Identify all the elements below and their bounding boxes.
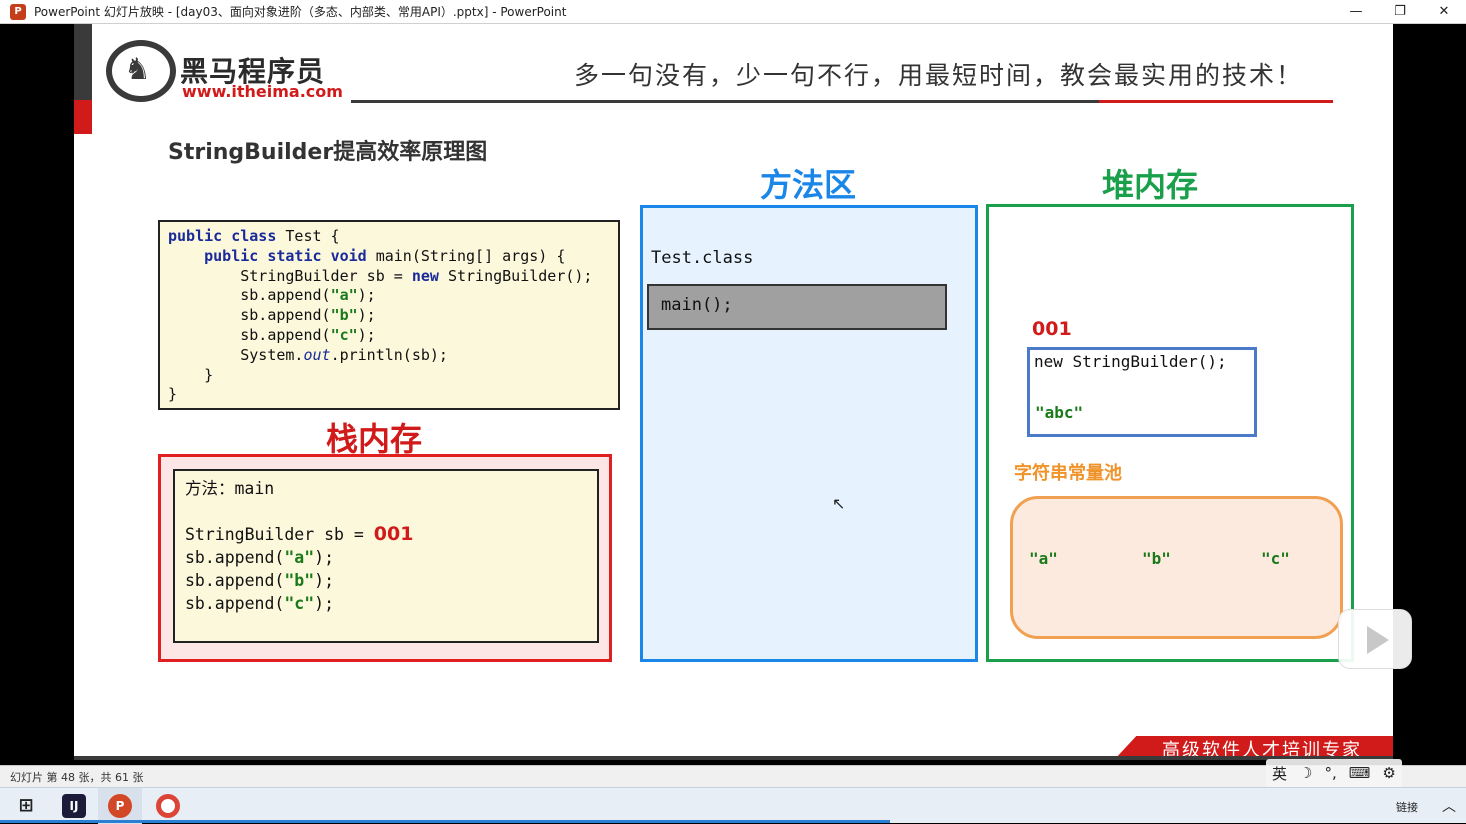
method-area-class: Test.class bbox=[651, 248, 754, 268]
ime-moon-icon[interactable]: ☽ bbox=[1299, 764, 1312, 782]
logo-url: www.itheima.com bbox=[182, 82, 343, 101]
heap-address: 001 bbox=[1032, 318, 1072, 340]
stack-sb-text: StringBuilder sb = bbox=[185, 525, 374, 544]
stack-frame-main: 方法：main StringBuilder sb = 001 sb.append… bbox=[173, 469, 599, 643]
slide-bottom-bar bbox=[74, 756, 1393, 760]
left-accent-dark bbox=[74, 24, 92, 100]
stack-append-c: sb.append("c"); bbox=[185, 592, 587, 615]
code-string: "c" bbox=[330, 325, 358, 344]
code-text: Test { bbox=[276, 227, 340, 245]
code-field: out bbox=[303, 345, 331, 364]
ime-punctuation-icon[interactable]: °, bbox=[1324, 764, 1336, 782]
code-text: StringBuilder(); bbox=[438, 266, 593, 285]
heap-stringbuilder-object: new StringBuilder(); "abc" bbox=[1027, 347, 1257, 437]
slide-counter: 幻灯片 第 48 张，共 61 张 bbox=[10, 771, 144, 784]
code-string: "b" bbox=[330, 306, 358, 325]
chrome-icon[interactable] bbox=[156, 794, 180, 818]
close-button[interactable]: ✕ bbox=[1422, 0, 1466, 24]
powerpoint-taskbar-icon[interactable]: P bbox=[108, 794, 132, 818]
ime-toolbar: 英 ☽ °, ⌨ ⚙ bbox=[1266, 759, 1402, 787]
code-text: ); bbox=[357, 306, 376, 325]
mouse-cursor-icon: ↖ bbox=[832, 494, 846, 513]
stack-append-arg: "c" bbox=[284, 594, 315, 613]
restore-button[interactable]: ❐ bbox=[1378, 0, 1422, 24]
string-pool-item: "a" bbox=[1029, 549, 1058, 568]
code-text: ); bbox=[357, 286, 376, 305]
stack-method-name: 方法：main bbox=[185, 479, 275, 498]
stack-append-prefix: sb.append( bbox=[185, 594, 285, 613]
tray-chevron-up-icon[interactable]: ︿ bbox=[1442, 796, 1456, 816]
method-area-main: main(); bbox=[647, 284, 947, 330]
windows-start-icon[interactable]: ⊞ bbox=[14, 794, 38, 818]
code-text: System. bbox=[240, 345, 304, 364]
stack-sb-declaration: StringBuilder sb = 001 bbox=[185, 523, 587, 546]
window-titlebar: P PowerPoint 幻灯片放映 - [day03、面向对象进阶（多态、内部… bbox=[0, 0, 1466, 24]
taskbar: ⊞ IJ P 链接 ︿ bbox=[0, 787, 1466, 824]
code-text: ); bbox=[357, 325, 376, 344]
code-text: sb.append( bbox=[240, 325, 331, 344]
ime-language-toggle[interactable]: 英 bbox=[1272, 763, 1287, 784]
stack-append-prefix: sb.append( bbox=[185, 548, 285, 567]
left-accent-red bbox=[74, 100, 92, 134]
play-icon bbox=[1367, 626, 1389, 654]
code-keyword: static bbox=[267, 246, 322, 265]
heap-object-value: "abc" bbox=[1035, 403, 1084, 422]
code-text: main(String[] args) { bbox=[366, 246, 566, 265]
slide-title: StringBuilder提高效率原理图 bbox=[168, 140, 488, 165]
code-string: "a" bbox=[330, 286, 358, 305]
stack-append-prefix: sb.append( bbox=[185, 571, 285, 590]
code-text: StringBuilder sb = bbox=[240, 266, 412, 285]
code-keyword: void bbox=[330, 246, 367, 265]
powerpoint-icon: P bbox=[10, 3, 26, 20]
code-text: .println(sb); bbox=[330, 345, 448, 364]
heap-label: 堆内存 bbox=[1102, 166, 1199, 204]
code-text: } bbox=[204, 365, 214, 384]
stack-append-arg: "b" bbox=[284, 571, 315, 590]
stack-sb-ref: 001 bbox=[373, 523, 414, 545]
window-title: PowerPoint 幻灯片放映 - [day03、面向对象进阶（多态、内部类、… bbox=[34, 5, 567, 19]
code-text: sb.append( bbox=[240, 306, 331, 325]
code-box: public class Test { public static void m… bbox=[158, 220, 620, 410]
stack-append-b: sb.append("b"); bbox=[185, 569, 587, 592]
code-keyword: class bbox=[231, 227, 277, 245]
stack-spacer bbox=[185, 500, 587, 523]
heap-memory-box: 001 new StringBuilder(); "abc" 字符串常量池 "a… bbox=[986, 204, 1354, 662]
status-bar: 幻灯片 第 48 张，共 61 张 bbox=[0, 765, 1466, 787]
minimize-button[interactable]: — bbox=[1334, 0, 1378, 24]
string-pool-item: "c" bbox=[1261, 549, 1290, 568]
code-text: } bbox=[168, 385, 178, 404]
tray-link-label[interactable]: 链接 bbox=[1396, 799, 1418, 815]
ime-keyboard-icon[interactable]: ⌨ bbox=[1349, 764, 1371, 782]
intellij-idea-icon[interactable]: IJ bbox=[62, 794, 86, 818]
header-divider-accent bbox=[1099, 100, 1333, 103]
stack-append-suffix: ); bbox=[314, 571, 335, 590]
logo-horse-icon: ♞ bbox=[106, 40, 176, 102]
stack-memory-box: 方法：main StringBuilder sb = 001 sb.append… bbox=[158, 454, 612, 662]
code-text: sb.append( bbox=[240, 286, 331, 305]
code-keyword: public bbox=[204, 246, 259, 265]
string-pool-item: "b" bbox=[1142, 549, 1171, 568]
string-pool-box: "a" "b" "c" bbox=[1010, 496, 1343, 639]
slide-canvas[interactable]: ♞ 黑马程序员 www.itheima.com 多一句没有，少一句不行，用最短时… bbox=[74, 24, 1393, 760]
stack-append-suffix: ); bbox=[314, 548, 335, 567]
window-controls: — ❐ ✕ bbox=[1334, 0, 1466, 24]
code-keyword: new bbox=[411, 266, 439, 285]
heap-object-label: new StringBuilder(); bbox=[1034, 352, 1227, 371]
method-area-label: 方法区 bbox=[760, 166, 857, 204]
string-pool-label: 字符串常量池 bbox=[1014, 463, 1122, 484]
stack-append-arg: "a" bbox=[284, 548, 315, 567]
stack-append-a: sb.append("a"); bbox=[185, 546, 587, 569]
method-area-box: Test.class main(); bbox=[640, 205, 978, 662]
play-button[interactable] bbox=[1338, 609, 1412, 669]
header-slogan: 多一句没有，少一句不行，用最短时间，教会最实用的技术！ bbox=[574, 61, 1304, 90]
code-keyword: public bbox=[168, 227, 223, 245]
ime-settings-gear-icon[interactable]: ⚙ bbox=[1382, 764, 1395, 782]
stack-append-suffix: ); bbox=[314, 594, 335, 613]
